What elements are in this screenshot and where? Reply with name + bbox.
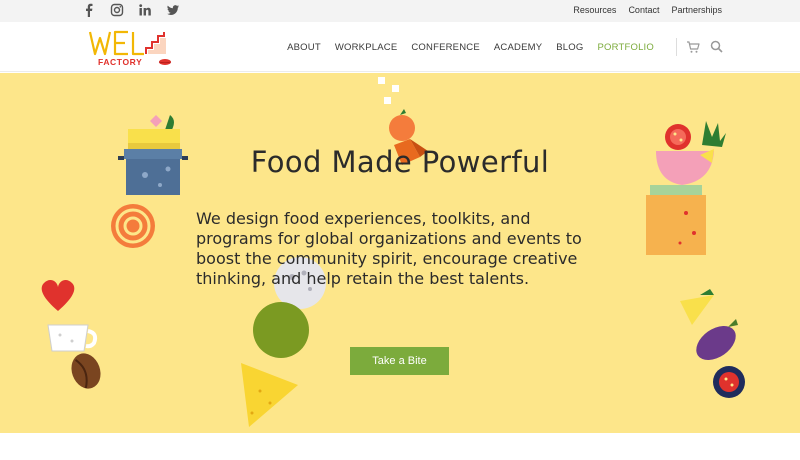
nav-portfolio[interactable]: PORTFOLIO bbox=[597, 42, 654, 53]
site-logo[interactable]: FACTORY bbox=[88, 28, 184, 68]
top-bar: Resources Contact Partnerships bbox=[0, 0, 800, 22]
jar-lid-illustration bbox=[650, 185, 702, 195]
resources-link[interactable]: Resources bbox=[573, 5, 616, 15]
nav-workplace[interactable]: WORKPLACE bbox=[335, 42, 398, 53]
contact-link[interactable]: Contact bbox=[628, 5, 659, 15]
cheese-wedge-illustration bbox=[241, 363, 298, 427]
heart-illustration bbox=[41, 280, 75, 311]
main-navbar: FACTORY ABOUT WORKPLACE CONFERENCE ACADE… bbox=[0, 22, 800, 72]
below-hero-area bbox=[0, 433, 800, 460]
take-a-bite-button[interactable]: Take a Bite bbox=[350, 347, 449, 375]
nav-conference[interactable]: CONFERENCE bbox=[411, 42, 480, 53]
top-links: Resources Contact Partnerships bbox=[573, 5, 722, 15]
main-nav: ABOUT WORKPLACE CONFERENCE ACADEMY BLOG … bbox=[287, 42, 654, 53]
jar-illustration bbox=[646, 195, 706, 255]
nav-divider bbox=[676, 38, 677, 56]
nav-about[interactable]: ABOUT bbox=[287, 42, 321, 53]
nav-blog[interactable]: BLOG bbox=[556, 42, 583, 53]
nav-academy[interactable]: ACADEMY bbox=[494, 42, 542, 53]
partnerships-link[interactable]: Partnerships bbox=[671, 5, 722, 15]
herb-leaves-illustration bbox=[702, 121, 726, 147]
cart-icon[interactable] bbox=[686, 40, 700, 54]
hero-title: Food Made Powerful bbox=[250, 145, 550, 179]
eggplant-illustration bbox=[696, 319, 738, 361]
hero-description: We design food experiences, toolkits, an… bbox=[196, 209, 582, 288]
target-plate-illustration bbox=[111, 204, 155, 248]
instagram-icon[interactable] bbox=[110, 3, 124, 17]
mug-illustration bbox=[47, 324, 98, 352]
tomato-plate-illustration bbox=[713, 366, 745, 398]
social-links bbox=[82, 3, 180, 18]
coffee-bean-illustration bbox=[71, 353, 101, 389]
facebook-icon[interactable] bbox=[82, 3, 96, 18]
logo-subtext: FACTORY bbox=[98, 57, 142, 67]
search-icon[interactable] bbox=[710, 40, 723, 53]
hero-section: Food Made Powerful We design food experi… bbox=[0, 73, 800, 433]
nacho-chip-illustration bbox=[680, 295, 714, 325]
green-pea-illustration bbox=[253, 302, 309, 358]
linkedin-icon[interactable] bbox=[138, 3, 152, 17]
twitter-icon[interactable] bbox=[166, 3, 180, 17]
